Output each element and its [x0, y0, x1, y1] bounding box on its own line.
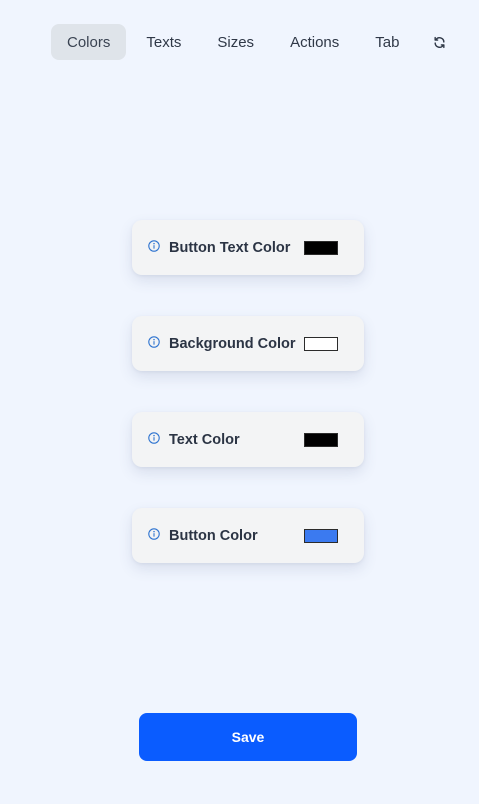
info-icon[interactable] [148, 528, 160, 540]
setting-label: Button Color [169, 527, 258, 544]
color-swatch[interactable] [304, 529, 338, 543]
tab-sizes[interactable]: Sizes [201, 24, 270, 60]
tab-actions[interactable]: Actions [274, 24, 355, 60]
tab-colors[interactable]: Colors [51, 24, 127, 60]
settings-page: Colors Texts Sizes Actions Tab Button Te… [0, 0, 479, 804]
setting-button-color: Button Color [132, 508, 364, 563]
color-settings-list: Button Text Color Background Color Text … [132, 220, 364, 563]
info-icon[interactable] [148, 240, 160, 252]
color-swatch[interactable] [304, 433, 338, 447]
info-icon[interactable] [148, 336, 160, 348]
refresh-icon [434, 36, 445, 48]
setting-background-color: Background Color [132, 316, 364, 371]
color-swatch[interactable] [304, 337, 338, 351]
save-button[interactable]: Save [139, 713, 357, 761]
setting-label: Text Color [169, 431, 240, 448]
info-icon[interactable] [148, 432, 160, 444]
color-swatch[interactable] [304, 241, 338, 255]
setting-label: Background Color [169, 335, 296, 352]
setting-button-text-color: Button Text Color [132, 220, 364, 275]
refresh-button[interactable] [419, 24, 460, 60]
tab-texts[interactable]: Texts [130, 24, 197, 60]
tab-bar: Colors Texts Sizes Actions Tab [51, 24, 460, 60]
tab-tab[interactable]: Tab [359, 24, 415, 60]
setting-label: Button Text Color [169, 239, 291, 256]
setting-text-color: Text Color [132, 412, 364, 467]
